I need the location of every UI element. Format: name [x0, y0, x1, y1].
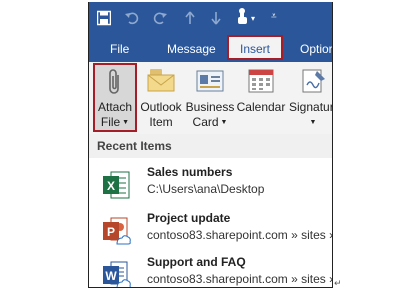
attach-file-label-2: File	[100, 115, 121, 129]
dropdown-caret-icon: ▼	[120, 118, 130, 126]
svg-text:W: W	[105, 269, 117, 283]
recent-item-name: Sales numbers	[147, 165, 233, 179]
business-card-label-2: Card	[192, 115, 219, 129]
recent-item[interactable]: W Support and FAQ contoso83.sharepoint.c…	[89, 252, 333, 287]
recent-item-path: contoso83.sharepoint.com » sites »	[147, 228, 333, 242]
ribbon-insert-panel: Attach File ▼ Outlook Item Business Card	[89, 62, 332, 135]
outlook-item-label-1: Outlook	[140, 100, 182, 114]
outlook-item-label-2: Item	[149, 115, 173, 129]
tab-options[interactable]: Optior	[300, 38, 332, 60]
redo-icon[interactable]	[153, 9, 167, 27]
recent-items-header: Recent Items	[89, 134, 332, 158]
attach-file-button[interactable]: Attach File ▼	[90, 62, 140, 134]
word-file-icon: W	[103, 261, 131, 287]
recent-item[interactable]: P Project update contoso83.sharepoint.co…	[89, 208, 332, 252]
envelope-icon	[147, 69, 175, 92]
signature-icon	[302, 69, 325, 93]
business-card-button[interactable]: Business Card ▼	[185, 62, 235, 134]
attach-file-dropdown: Recent Items X Sales numbers C:\Users\an…	[89, 134, 333, 287]
attach-file-label-1: Attach	[97, 100, 133, 114]
recent-item[interactable]: X Sales numbers C:\Users\ana\Desktop	[89, 162, 332, 206]
calendar-icon	[248, 69, 274, 93]
svg-text:P: P	[107, 225, 115, 239]
tab-message[interactable]: Message	[167, 38, 216, 60]
recent-item-name: Project update	[147, 211, 231, 225]
business-card-icon	[196, 70, 224, 92]
paperclip-icon	[109, 69, 119, 94]
recent-item-path: C:\Users\ana\Desktop	[147, 182, 265, 196]
outlook-window: ▾ ⩡ File Message Insert Optior Attach Fi…	[88, 2, 333, 288]
ribbon-tabs: File Message Insert Optior	[89, 32, 332, 62]
customize-icon[interactable]: ⩡	[271, 8, 277, 26]
outlook-item-button[interactable]: Outlook Item	[138, 62, 184, 134]
signature-button[interactable]: Signature ▼	[287, 62, 332, 134]
dropdown-caret-icon: ▼	[309, 118, 317, 126]
recent-item-name: Support and FAQ	[147, 255, 246, 269]
calendar-label: Calendar	[236, 100, 286, 114]
calendar-button[interactable]: Calendar	[235, 62, 287, 134]
tab-insert[interactable]: Insert	[227, 35, 284, 60]
business-card-label-1: Business	[185, 100, 235, 114]
signature-label: Signature	[289, 100, 332, 114]
undo-icon[interactable]	[125, 9, 139, 27]
quick-access-toolbar: ▾ ⩡	[89, 2, 332, 32]
up-icon[interactable]	[185, 9, 195, 27]
excel-file-icon: X	[103, 171, 130, 199]
down-icon[interactable]	[211, 9, 221, 27]
chevron-down-icon[interactable]: ▾	[251, 10, 255, 28]
dropdown-caret-icon: ▼	[218, 118, 228, 126]
save-icon[interactable]	[97, 9, 111, 27]
tab-file[interactable]: File	[110, 38, 129, 60]
powerpoint-file-icon: P	[103, 217, 131, 245]
recent-item-path: contoso83.sharepoint.com » sites »	[147, 272, 333, 286]
paragraph-mark: ↵	[334, 278, 342, 288]
svg-text:X: X	[107, 179, 115, 193]
touch-mode-icon[interactable]	[235, 7, 249, 25]
